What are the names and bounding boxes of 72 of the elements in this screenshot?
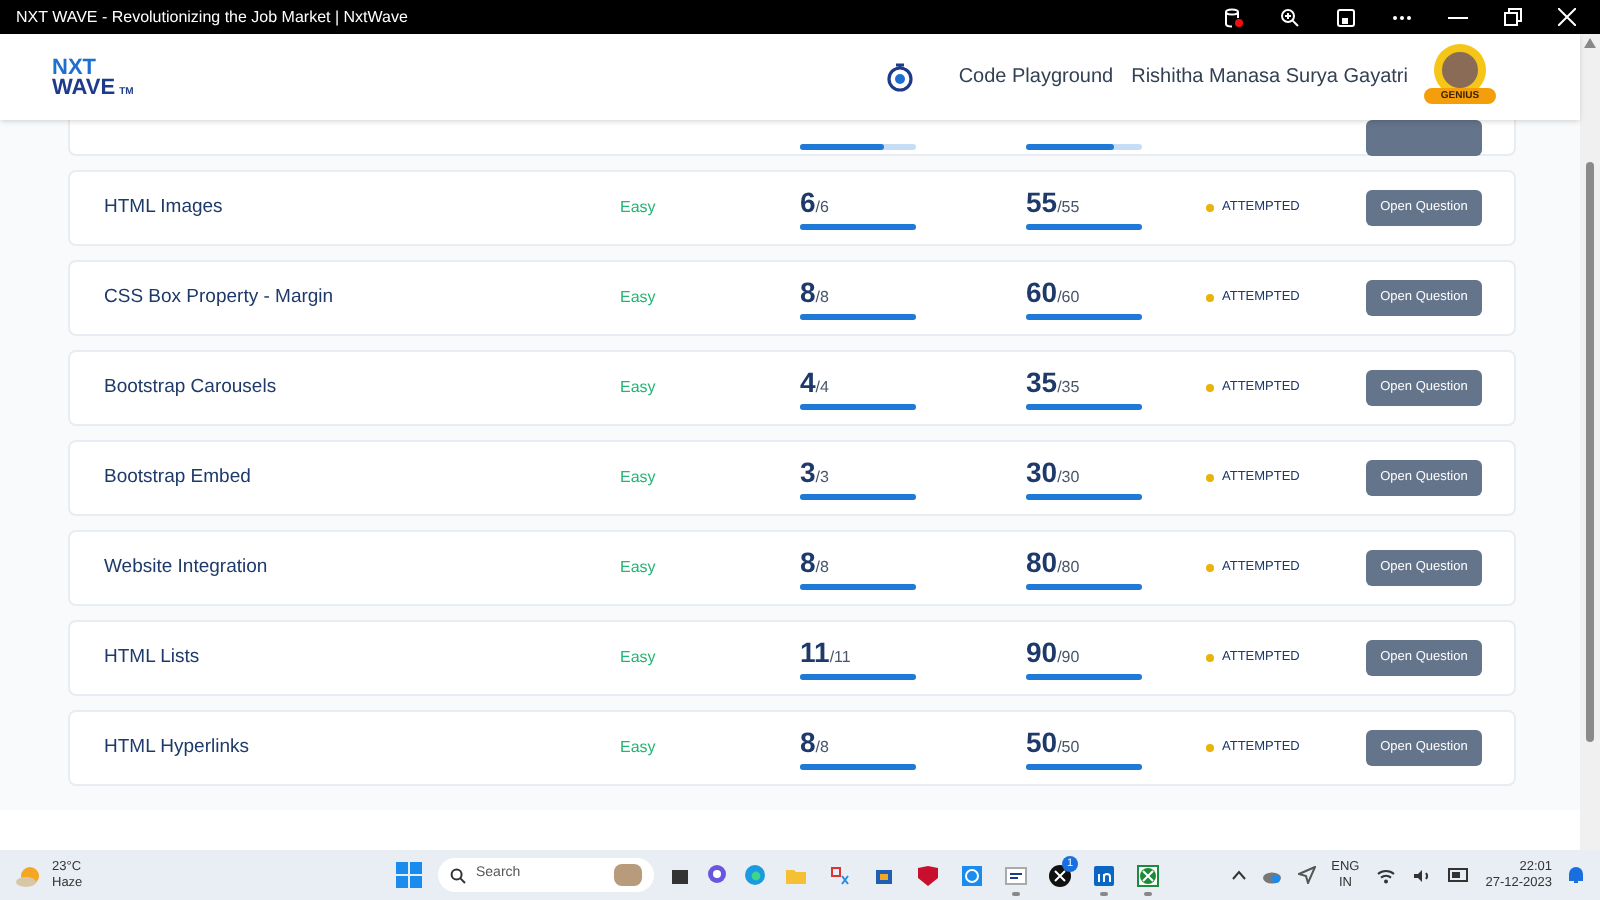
battery-icon[interactable] [1447,868,1470,882]
ring-app-icon[interactable] [960,863,984,887]
score-total: /6 [815,195,829,219]
points-total: /50 [1057,735,1080,759]
code-playground-link[interactable]: Code Playground [958,62,1114,92]
score-value: 11 [800,637,830,667]
question-title[interactable]: Website Integration [104,553,620,583]
points-value: 30 [1026,457,1058,487]
close-icon[interactable] [1558,8,1576,26]
points-value: 35 [1026,367,1058,397]
difficulty-label: Easy [620,736,658,760]
question-title[interactable]: Bootstrap Embed [104,463,620,493]
question-title[interactable]: CSS Box Property - Margin [104,283,620,313]
restore-icon[interactable] [1504,8,1522,26]
score-total: /11 [829,645,851,669]
difficulty-label: Easy [620,556,658,580]
difficulty-label: Easy [620,466,658,490]
app-window-icon[interactable] [1336,7,1356,27]
score-value: 4 [800,367,816,397]
points-total: /80 [1057,555,1080,579]
score-value: 3 [800,457,816,487]
points-value: 80 [1026,547,1058,577]
scrollbar[interactable] [1580,34,1600,850]
score-value: 8 [800,727,816,757]
database-icon[interactable] [1224,7,1244,27]
score-total: /8 [815,735,829,759]
score-total: /8 [815,555,829,579]
location-arrow-icon[interactable] [1297,866,1316,884]
question-title[interactable]: Bootstrap Carousels [104,373,620,403]
question-title[interactable]: HTML Images [104,193,620,223]
question-title[interactable]: HTML Lists [104,643,620,673]
score-value: 8 [800,547,816,577]
speaker-icon[interactable] [1411,867,1432,883]
linkedin-icon[interactable] [1092,863,1116,887]
scroll-up-arrow-icon[interactable] [1584,38,1596,48]
points-total: /30 [1057,465,1080,489]
score-value: 8 [800,277,816,307]
more-icon[interactable] [1392,13,1412,21]
shield-icon[interactable] [916,863,940,887]
user-name[interactable]: Rishitha Manasa Surya Gayatri [1131,62,1408,92]
points-total: /35 [1057,375,1080,399]
windows-start-icon[interactable] [396,862,422,888]
task-view-icon[interactable] [670,865,690,885]
cloud-icon[interactable] [1261,867,1282,883]
bell-icon[interactable] [1568,866,1584,884]
stopwatch-icon[interactable] [886,62,915,92]
window-title: NXT WAVE - Revolutionizing the Job Market | NxtWave [16,5,408,29]
xbox-icon[interactable] [1136,863,1160,887]
difficulty-label: Easy [620,376,658,400]
chat-bubble-icon[interactable] [706,864,728,886]
points-total: /90 [1057,645,1080,669]
wifi-icon[interactable] [1375,867,1396,883]
minimize-icon[interactable] [1448,15,1468,19]
difficulty-label: Easy [620,646,658,670]
points-value: 90 [1026,637,1058,667]
points-total: /55 [1057,195,1080,219]
score-total: /3 [815,465,829,489]
search-icon [450,867,466,883]
difficulty-label: Easy [620,286,658,310]
points-value: 50 [1026,727,1058,757]
zoom-icon[interactable] [1280,7,1300,27]
points-total: /60 [1057,285,1080,309]
notes-app-icon[interactable] [1004,863,1028,887]
chevron-up-icon[interactable] [1231,870,1246,880]
score-total: /8 [815,285,829,309]
points-value: 55 [1026,187,1058,217]
difficulty-label: Easy [620,196,658,220]
question-title[interactable]: HTML Hyperlinks [104,733,620,763]
browser-icon[interactable] [744,864,766,886]
points-value: 60 [1026,277,1058,307]
score-value: 6 [800,187,816,217]
score-total: /4 [815,377,829,399]
